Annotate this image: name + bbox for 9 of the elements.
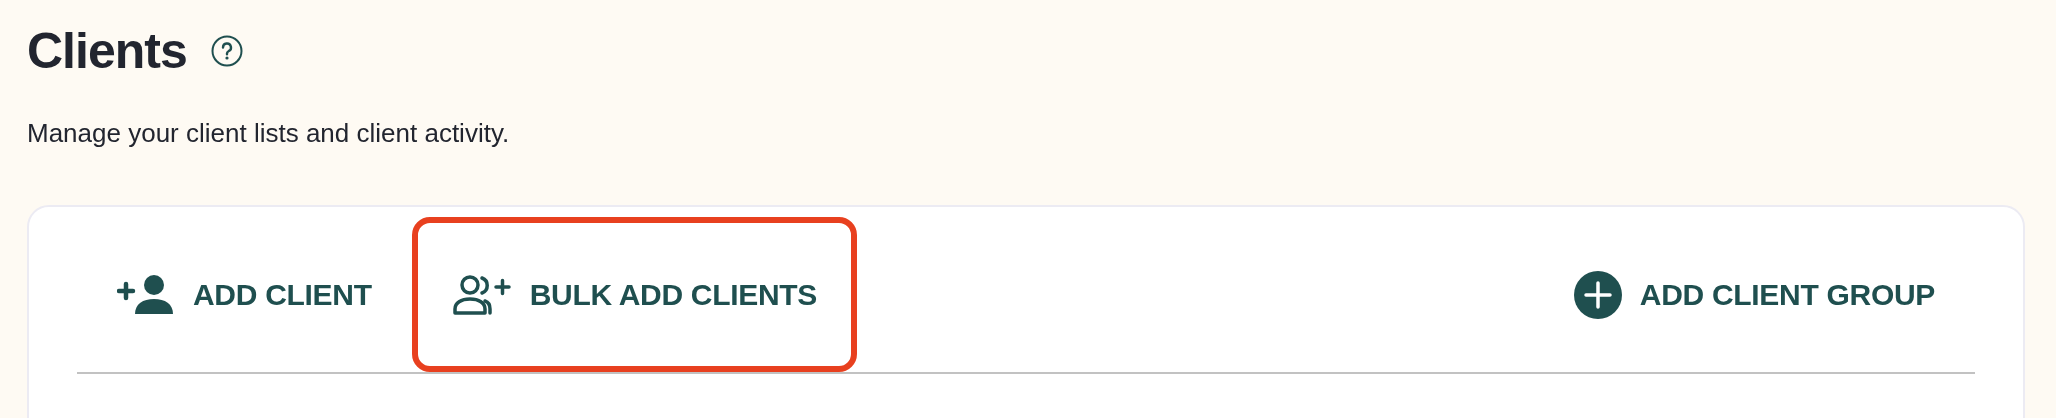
people-add-icon	[451, 273, 512, 316]
page-title: Clients	[27, 26, 187, 76]
person-add-icon	[117, 273, 175, 316]
page-subtitle: Manage your client lists and client activity.	[27, 117, 511, 150]
action-button[interactable]: ADD CLIENT GROUP	[1533, 217, 1975, 372]
help-icon[interactable]	[210, 35, 243, 67]
plus-circle-icon	[1573, 270, 1622, 319]
action-button[interactable]: BULK ADD CLIENTS	[411, 217, 858, 372]
action-button[interactable]: ADD CLIENT	[77, 217, 412, 372]
